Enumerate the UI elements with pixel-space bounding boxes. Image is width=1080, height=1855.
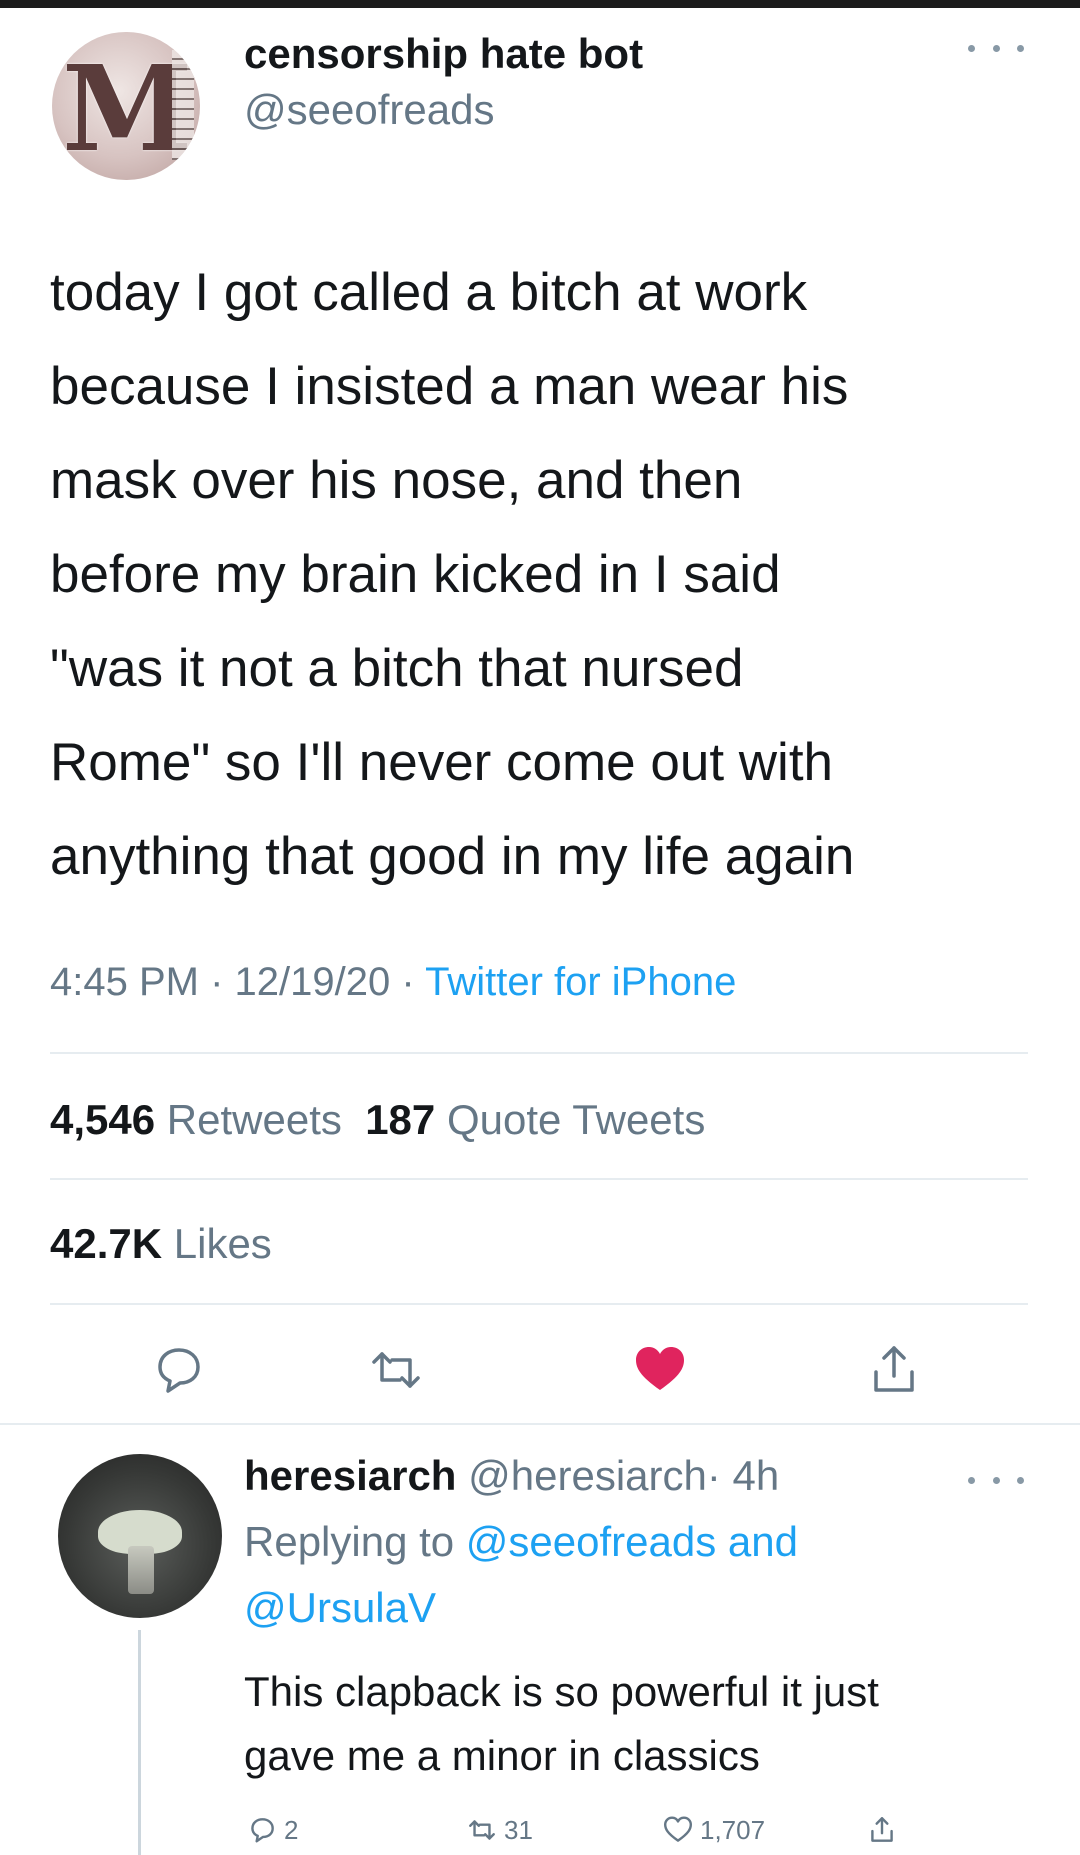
- tweet-text-line: today I got called a bitch at work: [50, 263, 808, 322]
- meta-separator: ·: [401, 960, 415, 1004]
- tweet-date[interactable]: 12/19/20: [235, 960, 391, 1004]
- tweet-source[interactable]: Twitter for iPhone: [425, 960, 736, 1004]
- heart-outline-icon: [664, 1816, 692, 1842]
- avatar[interactable]: M: [52, 32, 200, 180]
- manuscript-page-detail: [172, 50, 194, 160]
- reply-more-options-icon[interactable]: [968, 1462, 1024, 1498]
- reply-action-bar: 2 31 1,707: [0, 1810, 1080, 1850]
- quotes-stat[interactable]: 187 Quote Tweets: [365, 1096, 705, 1143]
- top-border: [0, 0, 1080, 8]
- reply-age: · 4h: [706, 1452, 780, 1499]
- author-display-name[interactable]: censorship hate bot: [244, 30, 643, 78]
- share-icon[interactable]: [864, 1340, 924, 1400]
- retweets-count: 4,546: [50, 1096, 156, 1143]
- reply-reply-button[interactable]: 2: [246, 1810, 298, 1850]
- more-options-icon[interactable]: [968, 30, 1024, 66]
- replying-to-handle[interactable]: @seeofreads: [466, 1518, 716, 1565]
- reply-like-count: 1,707: [700, 1814, 766, 1845]
- quotes-label: Quote Tweets: [446, 1096, 706, 1143]
- engagement-stats: 4,546 Retweets 187 Quote Tweets: [50, 1096, 705, 1144]
- retweets-stat[interactable]: 4,546 Retweets: [50, 1096, 342, 1143]
- quotes-count: 187: [365, 1096, 436, 1143]
- replying-to-handle-second[interactable]: @UrsulaV: [244, 1584, 436, 1632]
- tweet-action-bar: [0, 1340, 1080, 1400]
- mushroom-stem-detail: [128, 1546, 154, 1594]
- reply-icon: [251, 1818, 274, 1843]
- share-icon: [871, 1817, 893, 1842]
- tweet-text-line: Rome" so I'll never come out with: [50, 733, 834, 792]
- reply-text-line: This clapback is so powerful it just: [244, 1668, 879, 1715]
- tweet-time[interactable]: 4:45 PM: [50, 960, 199, 1004]
- reply-share-button[interactable]: [866, 1810, 904, 1850]
- reply-retweet-button[interactable]: 31: [466, 1810, 533, 1850]
- reply-avatar[interactable]: [58, 1454, 222, 1618]
- meta-separator: ·: [210, 960, 224, 1004]
- divider: [50, 1052, 1028, 1054]
- like-icon-filled[interactable]: [630, 1340, 690, 1400]
- reply-handle[interactable]: @heresiarch: [468, 1452, 707, 1499]
- reply-like-button[interactable]: 1,707: [662, 1810, 765, 1850]
- reply-retweet-count: 31: [504, 1814, 533, 1845]
- reply-icon[interactable]: [148, 1340, 208, 1400]
- replying-to: Replying to @seeofreads and: [244, 1518, 798, 1566]
- author-handle[interactable]: @seeofreads: [244, 86, 494, 134]
- tweet-text: today I got called a bitch at work becau…: [50, 246, 1040, 904]
- reply-reply-count: 2: [284, 1814, 299, 1845]
- divider: [50, 1178, 1028, 1180]
- retweet-icon[interactable]: [366, 1340, 426, 1400]
- likes-stat[interactable]: 42.7K Likes: [50, 1220, 272, 1268]
- reply-display-name[interactable]: heresiarch: [244, 1452, 456, 1499]
- divider: [50, 1303, 1028, 1305]
- retweet-icon: [469, 1820, 495, 1840]
- replying-prefix: Replying to: [244, 1518, 455, 1565]
- likes-count: 42.7K: [50, 1220, 163, 1267]
- tweet-text-line: because I insisted a man wear his: [50, 357, 849, 416]
- tweet-text-line: before my brain kicked in I said: [50, 545, 781, 604]
- tweet-metadata: 4:45 PM · 12/19/20 · Twitter for iPhone: [50, 960, 736, 1005]
- divider: [0, 1423, 1080, 1425]
- tweet-text-line: "was it not a bitch that nursed: [50, 639, 744, 698]
- replying-and: and: [727, 1518, 798, 1565]
- reply-text: This clapback is so powerful it just gav…: [244, 1660, 1054, 1788]
- reply-header: heresiarch @heresiarch· 4h: [244, 1452, 779, 1500]
- retweets-label: Retweets: [166, 1096, 342, 1143]
- likes-label: Likes: [173, 1220, 272, 1267]
- tweet-text-line: mask over his nose, and then: [50, 451, 743, 510]
- tweet-text-line: anything that good in my life again: [50, 827, 855, 886]
- illuminated-letter-m-icon: M: [62, 39, 193, 178]
- reply-text-line: gave me a minor in classics: [244, 1732, 760, 1779]
